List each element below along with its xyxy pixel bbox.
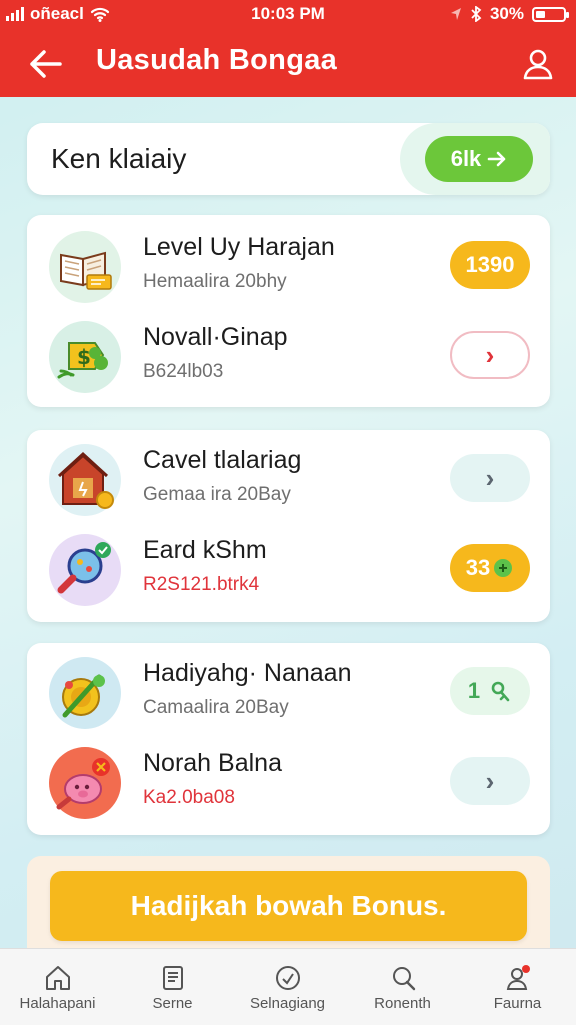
home-icon xyxy=(45,966,70,990)
list-item[interactable]: Cavel tlalariag Gemaa ira 20Bay › xyxy=(27,434,550,524)
row-title: Level Uy Harajan xyxy=(143,233,335,261)
pig-icon xyxy=(49,747,121,819)
chevron-right-button[interactable]: › xyxy=(450,757,530,805)
tab-serne[interactable]: Serne xyxy=(115,955,230,1025)
list-item[interactable]: $ Novall·Ginap B624lb03 › xyxy=(27,311,550,401)
row-subtitle: Hemaalira 20bhy xyxy=(143,271,287,292)
profile-icon xyxy=(506,965,530,990)
coin-brush-icon xyxy=(49,657,121,729)
battery-percent: 30% xyxy=(489,4,524,23)
go-button-label: 6lk xyxy=(450,146,482,171)
row-subtitle: R2S121.btrk4 xyxy=(143,574,260,595)
row-title: Cavel tlalariag xyxy=(143,446,302,474)
arrow-right-icon xyxy=(487,151,506,167)
search-card[interactable]: Ken klaiaiy 6lk xyxy=(27,123,550,195)
list-item[interactable]: Eard kShm R2S121.btrk4 33 xyxy=(27,524,550,614)
svg-text:$: $ xyxy=(77,345,91,369)
gift-icon xyxy=(494,559,513,577)
nav-bar: Uasudah Bongaa xyxy=(0,36,576,92)
row-title: Norah Balna xyxy=(143,749,282,777)
tab-label: Faurna xyxy=(493,995,542,1012)
tab-selnagiang[interactable]: Selnagiang xyxy=(230,955,345,1025)
back-button[interactable] xyxy=(24,42,68,86)
tab-bar: Halahapani Serne Selnagiang Ronenth Faur… xyxy=(0,948,576,1025)
row-subtitle: B624lb03 xyxy=(143,361,224,382)
tab-label: Ronenth xyxy=(374,995,431,1012)
row-subtitle: Camaalira 20Bay xyxy=(143,697,289,718)
location-icon xyxy=(450,8,461,20)
magnifier-icon xyxy=(49,534,121,606)
card-1: Level Uy Harajan Hemaalira 20bhy 1390 $ … xyxy=(27,215,550,407)
tab-faurna[interactable]: Faurna xyxy=(460,955,575,1025)
status-bar: oñeacl 10:03 PM 30% xyxy=(0,0,576,30)
key-icon xyxy=(491,681,510,702)
arrow-left-icon xyxy=(30,50,62,78)
document-icon xyxy=(162,966,183,990)
tab-home[interactable]: Halahapani xyxy=(0,955,115,1025)
chevron-right-button[interactable]: › xyxy=(450,454,530,502)
row-title: Eard kShm xyxy=(143,536,267,564)
row-title: Novall·Ginap xyxy=(143,323,288,351)
list-item[interactable]: Norah Balna Ka2.0ba08 › xyxy=(27,737,550,827)
row-badge-button[interactable]: 33 xyxy=(450,544,530,592)
clock-icon xyxy=(275,966,300,990)
row-badge-count: 1 xyxy=(467,678,481,703)
row-subtitle: Ka2.0ba08 xyxy=(143,787,235,808)
card-2: Cavel tlalariag Gemaa ira 20Bay › Eard k… xyxy=(27,430,550,622)
chevron-right-button[interactable]: › xyxy=(450,331,530,379)
book-icon xyxy=(49,231,121,303)
tab-ronenth[interactable]: Ronenth xyxy=(345,955,460,1025)
tab-label: Halahapani xyxy=(19,995,96,1012)
row-subtitle: Gemaa ira 20Bay xyxy=(143,484,291,505)
list-item[interactable]: Level Uy Harajan Hemaalira 20bhy 1390 xyxy=(27,221,550,311)
go-button[interactable]: 6lk xyxy=(425,136,533,182)
money-leaf-icon: $ xyxy=(49,321,121,393)
search-icon xyxy=(392,967,415,991)
bluetooth-icon xyxy=(471,6,482,22)
app-header: oñeacl 10:03 PM 30% Uasudah Bongaa xyxy=(0,0,576,97)
card-3: Hadiyahg· Nanaan Camaalira 20Bay 1 Norah… xyxy=(27,643,550,835)
tab-label: Selnagiang xyxy=(249,995,326,1012)
row-title: Hadiyahg· Nanaan xyxy=(143,659,352,687)
page-title: Uasudah Bongaa xyxy=(96,44,338,76)
row-badge-button[interactable]: 1 xyxy=(450,667,530,715)
row-badge-count: 33 xyxy=(465,555,491,580)
house-icon xyxy=(49,444,121,516)
profile-button[interactable] xyxy=(516,42,560,86)
row-badge-button[interactable]: 1390 xyxy=(450,241,530,289)
tab-label: Serne xyxy=(152,995,193,1012)
user-icon xyxy=(523,49,553,80)
battery-icon xyxy=(532,6,569,22)
list-item[interactable]: Hadiyahg· Nanaan Camaalira 20Bay 1 xyxy=(27,647,550,737)
search-label: Ken klaiaiy xyxy=(51,143,187,174)
bonus-button[interactable]: Hadijkah bowah Bonus. xyxy=(50,871,527,941)
